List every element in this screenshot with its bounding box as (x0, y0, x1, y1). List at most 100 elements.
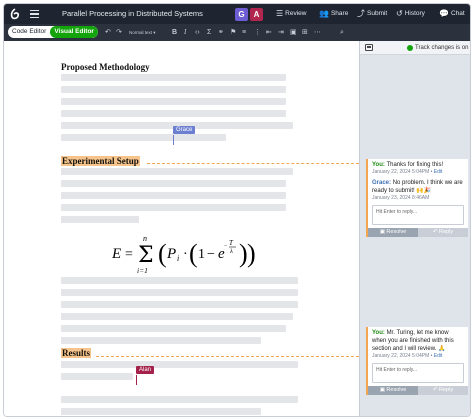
overview-icon[interactable] (365, 44, 373, 51)
code-editor-tab[interactable]: Code Editor (8, 26, 50, 38)
svg-text:P: P (166, 246, 176, 262)
review-panel: Track changes is on You: Thanks for fixi… (359, 41, 470, 416)
svg-text:=: = (125, 247, 133, 262)
svg-text:(: ( (158, 239, 167, 268)
reply-input[interactable]: Hit Enter to reply... (372, 363, 464, 383)
text-line (61, 134, 226, 141)
collaborator-cursor-label: Alan (136, 366, 155, 374)
text-line (61, 216, 139, 223)
text-line (61, 408, 261, 415)
editor-toolbar: Code Editor Visual Editor ↶ ↷ Normal tex… (4, 24, 470, 41)
math-icon[interactable]: Σ (207, 24, 211, 41)
svg-text:−: − (224, 243, 228, 249)
indent-icon[interactable]: ⇥ (278, 24, 284, 41)
comment-meta: January 22, 2024 5:04PM • Edit (372, 169, 443, 175)
svg-text:): ) (247, 239, 256, 268)
text-line (61, 74, 286, 81)
share-button[interactable]: 👥 Share (319, 4, 348, 24)
code-icon[interactable]: ‹› (195, 24, 200, 41)
comment-author: Grace: (372, 180, 392, 186)
editor-mode-toggle: Code Editor Visual Editor (8, 26, 98, 38)
text-line (61, 313, 293, 320)
collaborator-cursor-label: Grace (173, 126, 196, 134)
menu-icon[interactable] (26, 4, 44, 24)
submit-icon: ⤴ (357, 9, 365, 18)
svg-text:E: E (112, 246, 121, 262)
text-line (61, 325, 286, 332)
resolve-button[interactable]: ▣ Resolve (368, 386, 418, 395)
reply-input[interactable]: Hit Enter to reply... (372, 205, 464, 225)
project-title: Parallel Processing in Distributed Syste… (62, 9, 203, 18)
undo-icon[interactable]: ↶ (105, 24, 111, 41)
svg-text:T: T (229, 239, 234, 247)
avatar[interactable]: G (235, 8, 248, 21)
svg-text:λ: λ (229, 248, 233, 255)
top-bar: Parallel Processing in Distributed Syste… (4, 4, 470, 24)
comment-date: January 22, 2024 5:04PM (372, 353, 430, 359)
numbered-list-icon[interactable]: ⋮ (254, 24, 261, 41)
italic-button[interactable]: I (184, 24, 186, 41)
table-icon[interactable]: ⊞ (302, 24, 308, 41)
text-line (61, 110, 286, 117)
svg-text:i=1: i=1 (137, 266, 148, 275)
section-heading-methodology: Proposed Methodology (61, 62, 150, 72)
bullet-list-icon[interactable]: ≡ (242, 24, 246, 41)
avatar[interactable]: A (250, 8, 263, 21)
comment-date: January 22, 2024 5:04PM (372, 169, 430, 175)
comment-anchor-line (147, 163, 359, 164)
link-icon[interactable]: ⚭ (218, 24, 224, 41)
text-style-dropdown[interactable]: Normal text ▾ (129, 24, 156, 41)
text-line (61, 373, 133, 380)
text-line (61, 361, 298, 368)
text-line (61, 396, 298, 403)
share-icon: 👥 (319, 9, 329, 18)
visual-editor-area[interactable]: Proposed Methodology Grace Experimental … (4, 41, 359, 416)
svg-text:−: − (207, 247, 215, 262)
svg-text:·: · (183, 247, 188, 262)
search-icon[interactable]: ⌕ (340, 24, 344, 41)
edit-comment-link[interactable]: Edit (434, 169, 443, 175)
chat-icon: 💬 (439, 9, 449, 18)
comment-thread: You: Thanks for fixing this! January 22,… (366, 159, 468, 237)
edit-comment-link[interactable]: Edit (434, 353, 443, 359)
overleaf-leaf-icon[interactable] (4, 4, 26, 24)
outdent-icon[interactable]: ⇤ (266, 24, 272, 41)
more-icon[interactable]: ⋯ (314, 24, 321, 41)
reply-button[interactable]: ↶ Reply (418, 228, 468, 237)
comment: You: Mr. Turing, let me know when you ar… (368, 327, 468, 353)
collaborator-cursor (173, 135, 174, 145)
reference-icon[interactable]: ⚑ (230, 24, 236, 41)
visual-editor-tab[interactable]: Visual Editor (50, 26, 98, 38)
submit-button[interactable]: ⤴ Submit (357, 4, 387, 24)
text-line (61, 277, 298, 284)
text-line (61, 289, 298, 296)
review-icon: ☰ (276, 9, 284, 18)
bold-button[interactable]: B (172, 24, 177, 41)
comment-text: Thanks for fixing this! (386, 162, 444, 168)
text-line (61, 204, 286, 211)
track-changes-toggle[interactable]: Track changes is on (415, 41, 468, 55)
text-line (61, 86, 286, 93)
history-button[interactable]: ↺ History (396, 4, 425, 24)
reply-button[interactable]: ↶ Reply (418, 386, 468, 395)
text-line (61, 168, 293, 175)
comment-actions: ▣ Resolve ↶ Reply (368, 228, 468, 237)
text-line (61, 180, 286, 187)
section-heading-experimental-setup: Experimental Setup (61, 156, 140, 166)
figure-icon[interactable]: ▣ (290, 24, 297, 41)
review-panel-header: Track changes is on (360, 41, 470, 55)
chat-button[interactable]: 💬 Chat (439, 4, 465, 24)
comment-actions: ▣ Resolve ↶ Reply (368, 386, 468, 395)
section-heading-results: Results (61, 348, 92, 358)
history-icon: ↺ (396, 9, 403, 18)
comment-meta: January 22, 2024 5:04PM • Edit (372, 353, 443, 359)
track-changes-status-icon (407, 45, 413, 51)
comment-author: You: (372, 330, 385, 336)
review-button[interactable]: ☰ Review (276, 4, 306, 24)
resolve-button[interactable]: ▣ Resolve (368, 228, 418, 237)
comment-text: Mr. Turing, let me know when you are fin… (372, 330, 454, 352)
equation-render: E = n Σ i=1 ( P i · ( 1 − e − T λ ) ) (111, 234, 256, 275)
text-line (61, 98, 286, 105)
comment-date: January 23, 2024 8:46AM (372, 195, 430, 201)
redo-icon[interactable]: ↷ (116, 24, 122, 41)
